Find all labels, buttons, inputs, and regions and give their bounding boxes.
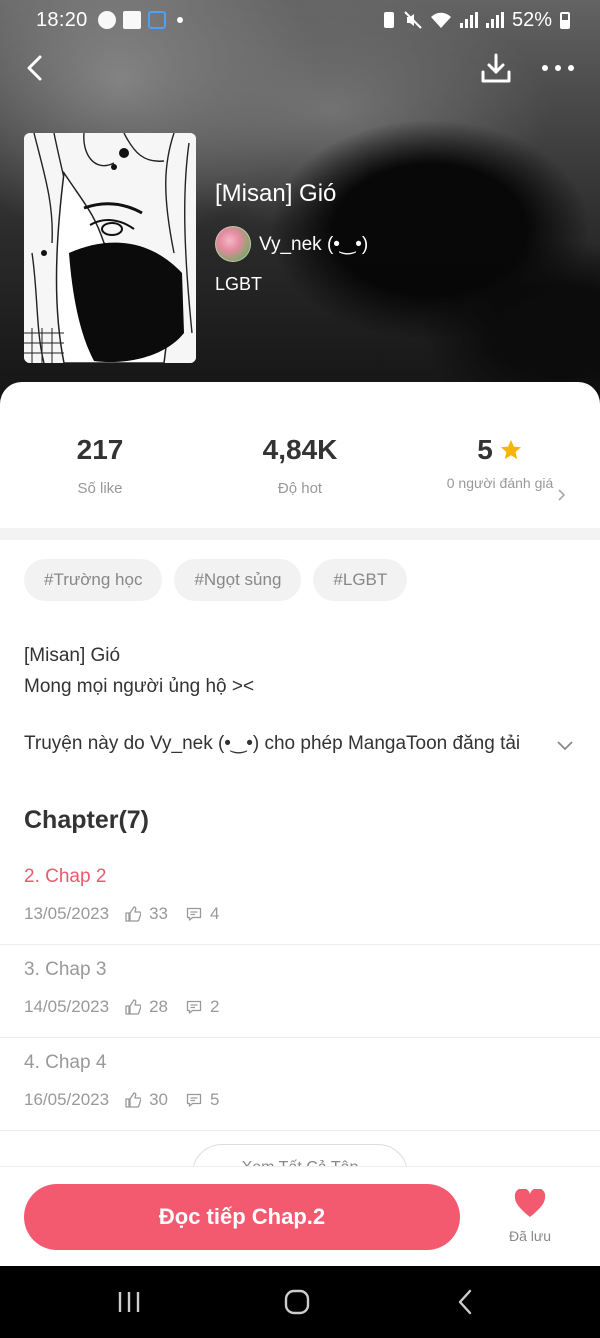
battery-icon [560,11,570,29]
chapter-meta: 16/05/2023 30 5 [24,1090,219,1110]
system-back-icon[interactable] [455,1288,475,1316]
comment-icon [186,907,202,921]
likes-stat: 217 Số like [40,434,160,497]
heart-icon[interactable] [514,1188,546,1219]
chapter-heading: Chapter(7) [24,806,150,834]
recent-apps-icon[interactable] [116,1289,142,1315]
signal-icon-2 [485,12,504,28]
app-notification-icon [147,11,166,29]
more-notifications-dot [176,17,183,23]
chapter-title[interactable]: 3. Chap 3 [24,959,106,981]
book-title: [Misan] Gió [215,180,337,207]
saved-button[interactable]: Đã lưu [500,1188,560,1244]
description-line-1: [Misan] Gió [24,645,121,666]
more-options-icon[interactable] [538,50,578,86]
rating-value-row: 5 [440,434,560,466]
rating-count-label: 0 người đánh giá [446,475,554,491]
bottom-action-bar: Đọc tiếp Chap.2 Đã lưu [0,1166,600,1266]
chapter-list: 2. Chap 2 13/05/2023 33 4 3. Chap 3 14/0… [0,852,600,1131]
saved-label: Đã lưu [508,1228,552,1244]
hero-banner: 18:20 52% [Misan] Gió Vy_nek (•‿•) LGBT [0,0,600,420]
chapter-date: 16/05/2023 [24,1090,110,1109]
chapter-comments: 4 [210,904,220,923]
stats-section: 217 Số like 4,84K Độ hot 5 0 người đánh … [0,382,600,528]
author-row[interactable]: Vy_nek (•‿•) [215,226,368,262]
book-genre[interactable]: LGBT [215,274,262,295]
tag-lgbt[interactable]: #LGBT [313,559,408,601]
home-icon[interactable] [283,1288,311,1316]
thumb-up-icon [125,1092,142,1108]
chapter-meta: 13/05/2023 33 4 [24,904,219,924]
chapter-comments: 5 [210,1090,220,1109]
wifi-icon [430,12,451,28]
likes-value: 217 [76,434,124,465]
comment-icon [186,1000,202,1014]
chapter-meta: 14/05/2023 28 2 [24,997,219,1017]
permission-text: Truyện này do Vy_nek (•‿•) cho phép Mang… [24,733,521,754]
author-avatar[interactable] [215,226,251,262]
chapter-title[interactable]: 4. Chap 4 [24,1052,106,1074]
chevron-down-icon[interactable] [556,736,574,754]
section-divider [0,528,600,540]
description-line-2: Mong mọi người ủng hộ >< [24,676,255,697]
detail-card: 217 Số like 4,84K Độ hot 5 0 người đánh … [0,382,600,1262]
thumb-up-icon [125,906,142,922]
capcut-icon [122,11,141,29]
notification-icons [97,11,183,29]
vibrate-icon [383,12,394,28]
chapter-likes: 28 [149,997,169,1016]
mute-icon [404,11,422,29]
cover-image [24,133,196,363]
rating-stat[interactable]: 5 0 người đánh giá [440,434,560,492]
chapter-comments: 2 [210,997,220,1016]
chapter-date: 13/05/2023 [24,904,110,923]
tag-sweet[interactable]: #Ngọt sủng [174,559,302,601]
battery-percent: 52% [511,8,552,31]
tag-list: #Trường học #Ngọt sủng #LGBT [24,559,408,601]
signal-icon [459,12,478,28]
likes-label: Số like [77,480,123,497]
cover-art [24,133,196,363]
chevron-right-icon[interactable] [556,488,568,502]
chapter-item[interactable]: 4. Chap 4 16/05/2023 30 5 [0,1038,600,1131]
author-name[interactable]: Vy_nek (•‿•) [259,233,368,256]
system-navigation-bar [0,1266,600,1338]
description: [Misan] Gió Mong mọi người ủng hộ >< [24,640,254,702]
chapter-likes: 30 [149,1090,169,1109]
back-icon[interactable] [18,50,54,86]
hot-stat: 4,84K Độ hot [240,434,360,497]
hot-value: 4,84K [262,434,338,465]
messenger-icon [97,11,116,29]
status-time: 18:20 [36,8,88,31]
continue-reading-button[interactable]: Đọc tiếp Chap.2 [24,1184,460,1250]
tag-school[interactable]: #Trường học [24,559,163,601]
chapter-item[interactable]: 2. Chap 2 13/05/2023 33 4 [0,852,600,945]
chapter-item[interactable]: 3. Chap 3 14/05/2023 28 2 [0,945,600,1038]
status-bar: 18:20 52% [0,0,600,40]
chapter-likes: 33 [149,904,169,923]
chapter-title[interactable]: 2. Chap 2 [24,866,106,888]
rating-value: 5 [477,434,493,465]
status-right: 52% [382,9,570,32]
star-icon [500,440,521,459]
chapter-date: 14/05/2023 [24,997,110,1016]
hot-label: Độ hot [277,480,323,497]
thumb-up-icon [125,999,142,1015]
comment-icon [186,1093,202,1107]
download-icon[interactable] [478,50,514,86]
